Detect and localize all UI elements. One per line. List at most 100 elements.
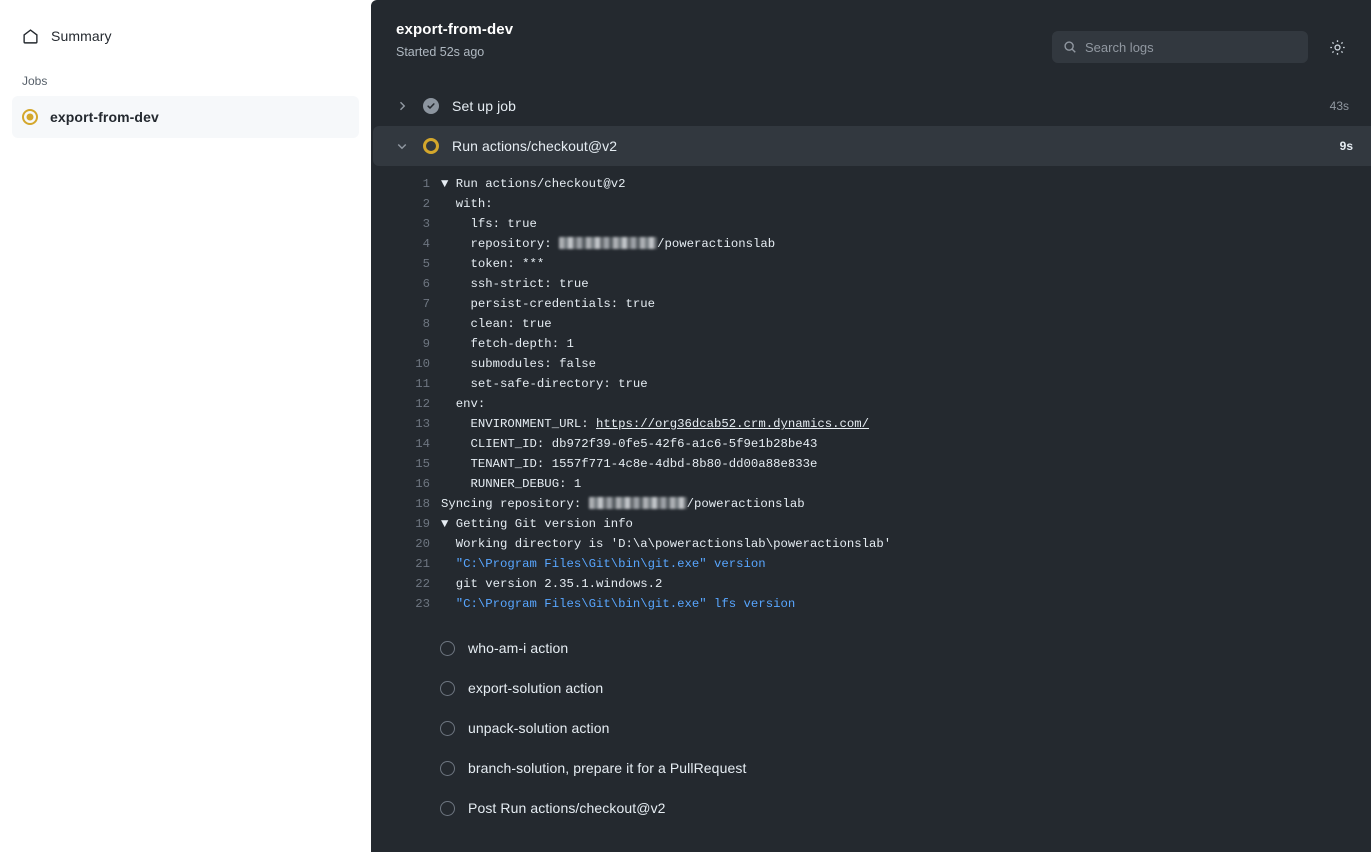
log-line-number: 11	[371, 374, 441, 394]
log-line: 9 fetch-depth: 1	[371, 334, 1371, 354]
log-panel: export-from-dev Started 52s ago	[371, 0, 1371, 852]
log-line: 10 submodules: false	[371, 354, 1371, 374]
step-row-set-up-job[interactable]: Set up job 43s	[371, 86, 1371, 126]
step-name-pending: who-am-i action	[468, 640, 568, 656]
step-row-pending[interactable]: Post Run actions/checkout@v2	[371, 788, 1371, 828]
pending-circle-icon	[438, 639, 456, 657]
step-duration-set-up-job: 43s	[1330, 99, 1349, 113]
log-line-text: env:	[441, 394, 485, 414]
log-line-text: ▼ Run actions/checkout@v2	[441, 174, 625, 194]
log-line-number: 4	[371, 234, 441, 254]
chevron-placeholder	[394, 800, 410, 816]
log-line-text: RUNNER_DEBUG: 1	[441, 474, 581, 494]
log-line: 14 CLIENT_ID: db972f39-0fe5-42f6-a1c6-5f…	[371, 434, 1371, 454]
log-line-number: 20	[371, 534, 441, 554]
step-duration-run-checkout: 9s	[1340, 139, 1353, 153]
log-line: 16 RUNNER_DEBUG: 1	[371, 474, 1371, 494]
log-line-text: persist-credentials: true	[441, 294, 655, 314]
step-name-pending: Post Run actions/checkout@v2	[468, 800, 666, 816]
log-line: 12 env:	[371, 394, 1371, 414]
step-row-pending[interactable]: export-solution action	[371, 668, 1371, 708]
step-row-run-checkout[interactable]: Run actions/checkout@v2 9s	[373, 126, 1371, 166]
log-line: 1▼ Run actions/checkout@v2	[371, 174, 1371, 194]
panel-header: export-from-dev Started 52s ago	[371, 0, 1371, 86]
log-line-text: git version 2.35.1.windows.2	[441, 574, 662, 594]
home-icon	[22, 28, 39, 45]
log-line-text: ssh-strict: true	[441, 274, 589, 294]
step-row-pending[interactable]: unpack-solution action	[371, 708, 1371, 748]
log-line: 15 TENANT_ID: 1557f771-4c8e-4dbd-8b80-dd…	[371, 454, 1371, 474]
step-name-pending: branch-solution, prepare it for a PullRe…	[468, 760, 746, 776]
step-name-set-up-job: Set up job	[452, 98, 516, 114]
log-line-text: ▼ Getting Git version info	[441, 514, 633, 534]
log-line-number: 23	[371, 594, 441, 614]
redacted-owner-name	[559, 237, 657, 249]
log-line-number: 16	[371, 474, 441, 494]
log-line: 11 set-safe-directory: true	[371, 374, 1371, 394]
log-line: 22 git version 2.35.1.windows.2	[371, 574, 1371, 594]
search-icon	[1063, 40, 1077, 54]
log-line-number: 6	[371, 274, 441, 294]
pending-circle-icon	[438, 799, 456, 817]
step-name-pending: unpack-solution action	[468, 720, 610, 736]
sidebar-jobs-header: Jobs	[12, 72, 359, 90]
chevron-placeholder	[394, 720, 410, 736]
log-line-number: 12	[371, 394, 441, 414]
log-line-text: Syncing repository: /poweractionslab	[441, 494, 805, 514]
actions-run-view: Summary Jobs export-from-dev export-from…	[0, 0, 1371, 852]
environment-url-link[interactable]: https://org36dcab52.crm.dynamics.com/	[596, 417, 869, 431]
log-line: 21 "C:\Program Files\Git\bin\git.exe" ve…	[371, 554, 1371, 574]
log-line-number: 21	[371, 554, 441, 574]
log-line-number: 3	[371, 214, 441, 234]
log-line-text: CLIENT_ID: db972f39-0fe5-42f6-a1c6-5f9e1…	[441, 434, 817, 454]
gear-icon[interactable]	[1326, 36, 1348, 58]
redacted-owner-name	[589, 497, 687, 509]
step-name-run-checkout: Run actions/checkout@v2	[452, 138, 617, 154]
log-line-text: repository: /poweractionslab	[441, 234, 775, 254]
step-row-pending[interactable]: who-am-i action	[371, 628, 1371, 668]
log-line-number: 2	[371, 194, 441, 214]
log-line: 2 with:	[371, 194, 1371, 214]
log-line-number: 15	[371, 454, 441, 474]
search-input[interactable]	[1085, 40, 1297, 55]
log-line: 6 ssh-strict: true	[371, 274, 1371, 294]
log-line-number: 19	[371, 514, 441, 534]
log-line-text: ENVIRONMENT_URL: https://org36dcab52.crm…	[441, 414, 869, 434]
log-line: 4 repository: /poweractionslab	[371, 234, 1371, 254]
sidebar-item-export-from-dev[interactable]: export-from-dev	[12, 96, 359, 138]
log-line: 7 persist-credentials: true	[371, 294, 1371, 314]
log-line-text: Working directory is 'D:\a\poweractionsl…	[441, 534, 891, 554]
log-line-number: 7	[371, 294, 441, 314]
in-progress-dot-icon	[22, 109, 38, 125]
log-line: 8 clean: true	[371, 314, 1371, 334]
log-line-text: "C:\Program Files\Git\bin\git.exe" lfs v…	[441, 594, 795, 614]
pending-circle-icon	[438, 679, 456, 697]
pending-circle-icon	[438, 719, 456, 737]
log-line: 13 ENVIRONMENT_URL: https://org36dcab52.…	[371, 414, 1371, 434]
log-line-number: 13	[371, 414, 441, 434]
log-line-text: lfs: true	[441, 214, 537, 234]
log-line-text: fetch-depth: 1	[441, 334, 574, 354]
search-box[interactable]	[1052, 31, 1308, 63]
log-line: 18Syncing repository: /poweractionslab	[371, 494, 1371, 514]
log-line-number: 9	[371, 334, 441, 354]
log-line: 19▼ Getting Git version info	[371, 514, 1371, 534]
pending-circle-icon	[438, 759, 456, 777]
sidebar-item-summary[interactable]: Summary	[12, 16, 359, 56]
step-row-pending[interactable]: branch-solution, prepare it for a PullRe…	[371, 748, 1371, 788]
log-line-number: 1	[371, 174, 441, 194]
log-line-text: clean: true	[441, 314, 552, 334]
log-line: 5 token: ***	[371, 254, 1371, 274]
step-name-pending: export-solution action	[468, 680, 603, 696]
log-line-number: 18	[371, 494, 441, 514]
log-line-number: 14	[371, 434, 441, 454]
check-circle-icon	[422, 97, 440, 115]
log-line: 3 lfs: true	[371, 214, 1371, 234]
log-line-text: "C:\Program Files\Git\bin\git.exe" versi…	[441, 554, 766, 574]
sidebar-item-summary-label: Summary	[51, 28, 112, 44]
log-output[interactable]: 1▼ Run actions/checkout@v22 with:3 lfs: …	[371, 166, 1371, 620]
chevron-placeholder	[394, 680, 410, 696]
log-line-text: set-safe-directory: true	[441, 374, 648, 394]
chevron-placeholder	[394, 760, 410, 776]
in-progress-circle-icon	[422, 137, 440, 155]
